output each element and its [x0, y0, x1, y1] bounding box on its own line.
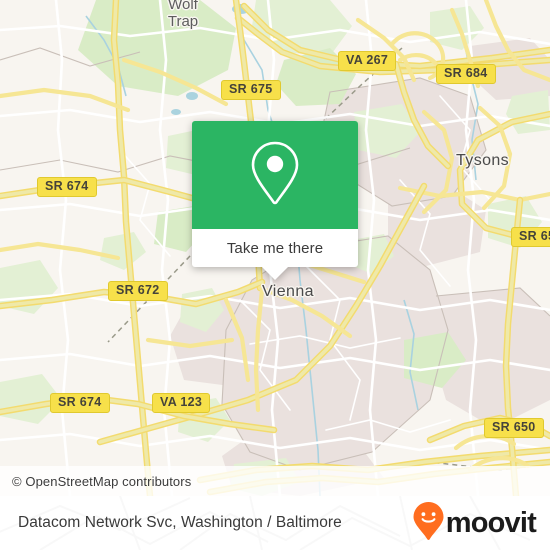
page-title: Datacom Network Svc, Washington / Baltim…: [18, 514, 342, 531]
moovit-smiley-pin-icon: [412, 501, 445, 546]
map-attribution[interactable]: © OpenStreetMap contributors: [0, 466, 550, 496]
footer-bar: Datacom Network Svc, Washington / Baltim…: [0, 496, 550, 550]
callout-pointer: [262, 267, 288, 280]
road-shield-sr-684: SR 684: [436, 64, 496, 84]
road-shield-va-123: VA 123: [152, 393, 211, 413]
road-shield-sr-674-south: SR 674: [50, 393, 110, 413]
road-shield-sr-672: SR 672: [108, 281, 168, 301]
road-shield-sr-674-north: SR 674: [37, 177, 97, 197]
moovit-wordmark: moovit: [445, 506, 537, 539]
destination-callout-card[interactable]: Take me there: [192, 121, 358, 280]
take-me-there-button[interactable]: Take me there: [192, 229, 358, 267]
road-shield-sr-675: SR 675: [221, 80, 281, 100]
road-shield-sr-650-east: SR 650: [511, 227, 550, 247]
road-shield-va-267: VA 267: [338, 51, 397, 71]
map-pin-icon: [249, 140, 301, 211]
moovit-map-screenshot: .res { fill:#eae1de; } .park { fill:#d9e…: [0, 0, 550, 550]
road-shield-sr-650-south: SR 650: [484, 418, 544, 438]
map-viewport[interactable]: .res { fill:#eae1de; } .park { fill:#d9e…: [0, 0, 550, 496]
callout-pin-area: [192, 121, 358, 229]
attribution-text: © OpenStreetMap contributors: [12, 473, 192, 489]
moovit-logo[interactable]: moovit: [412, 501, 537, 546]
